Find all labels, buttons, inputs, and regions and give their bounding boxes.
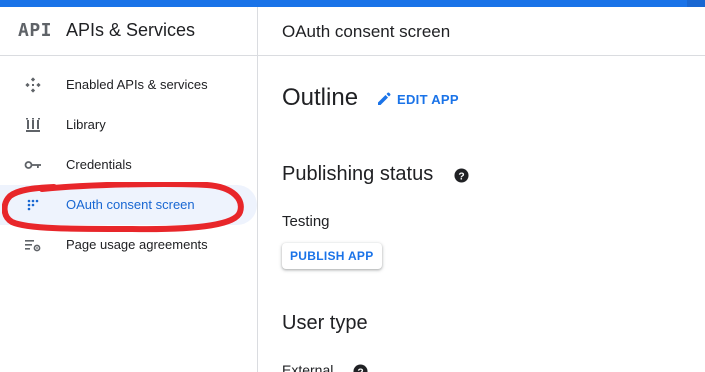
sidebar-item-label: Page usage agreements	[66, 237, 208, 252]
publishing-status-value: Testing	[282, 213, 330, 230]
publishing-status-title: Publishing status	[282, 163, 434, 185]
edit-app-label: EDIT APP	[397, 91, 459, 107]
svg-text:?: ?	[458, 171, 464, 182]
help-icon[interactable]: ?	[454, 168, 469, 183]
publish-app-button[interactable]: PUBLISH APP	[282, 243, 382, 269]
sidebar-title[interactable]: APIs & Services	[66, 20, 195, 41]
sidebar-item-enabled-apis[interactable]: Enabled APIs & services	[0, 65, 257, 105]
sidebar-item-label: OAuth consent screen	[66, 197, 195, 212]
top-accent-bar	[0, 0, 705, 7]
sidebar: API APIs & Services Enabled APIs & servi…	[0, 7, 258, 372]
user-type-value: External	[282, 362, 334, 372]
user-type-help-icon[interactable]: ?	[353, 364, 368, 372]
publish-app-label: PUBLISH APP	[290, 249, 374, 263]
edit-app-button[interactable]: EDIT APP	[376, 91, 459, 107]
api-logo-icon: API	[18, 20, 53, 41]
sidebar-item-library[interactable]: Library	[0, 105, 257, 145]
sidebar-item-page-usage[interactable]: Page usage agreements	[0, 225, 257, 265]
key-icon	[24, 156, 42, 174]
outline-title: Outline	[282, 84, 359, 111]
sidebar-item-label: Library	[66, 117, 106, 132]
content-header: OAuth consent screen	[258, 7, 705, 56]
pencil-icon	[378, 92, 391, 105]
sidebar-header: API APIs & Services	[0, 7, 257, 56]
diamond-nodes-icon	[24, 76, 42, 94]
sidebar-item-credentials[interactable]: Credentials	[0, 145, 257, 185]
sidebar-item-label: Enabled APIs & services	[66, 77, 208, 92]
top-accent-bar-edge	[687, 0, 705, 7]
library-icon	[24, 116, 42, 134]
page-title: OAuth consent screen	[282, 22, 451, 41]
user-type-title: User type	[282, 312, 368, 334]
svg-text:?: ?	[357, 367, 363, 372]
sidebar-item-label: Credentials	[66, 157, 132, 172]
consent-dots-icon	[24, 196, 42, 214]
settings-list-icon	[24, 236, 42, 254]
sidebar-item-oauth-consent[interactable]: OAuth consent screen	[0, 185, 257, 225]
